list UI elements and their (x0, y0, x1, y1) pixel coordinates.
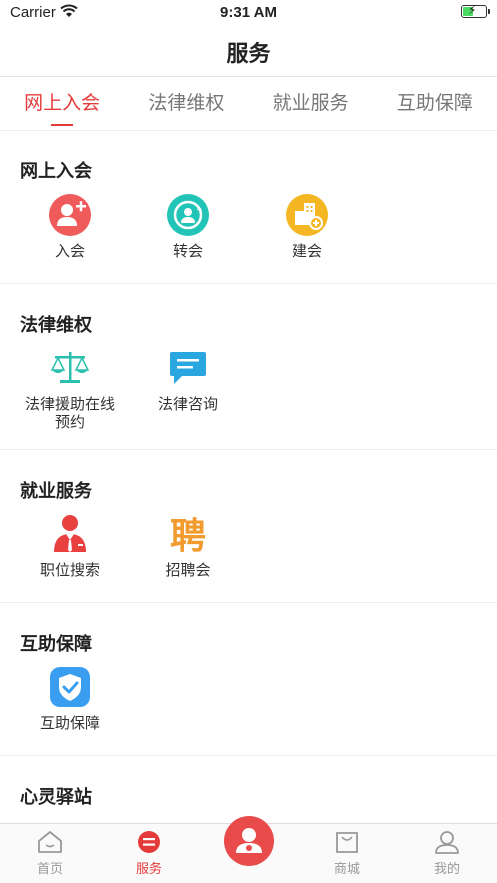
shopping-bag-icon (336, 832, 358, 853)
item-label: 法律咨询 (157, 396, 218, 413)
section-employment: 就业服务 职位搜索 聘 招聘会 (0, 450, 497, 603)
section-title: 网上入会 (20, 161, 92, 181)
legal-consult-button[interactable]: 法律咨询 (133, 346, 243, 414)
legal-aid-button[interactable]: 法律援助在线 预约 (15, 346, 125, 432)
section-title: 就业服务 (20, 481, 92, 501)
tab-label: 服务 (135, 861, 162, 876)
service-icon (138, 831, 160, 853)
user-badge-icon (236, 828, 262, 853)
building-add-icon (286, 194, 328, 236)
category-tabs: 网上入会 法律维权 就业服务 互助保障 (0, 78, 497, 130)
tabbar-service[interactable]: 服务 (119, 830, 179, 877)
section-title: 法律维权 (20, 315, 92, 335)
item-label: 互助保障 (39, 715, 100, 732)
section-mutual-aid: 互助保障 互助保障 (0, 603, 497, 756)
clock: 9:31 AM (220, 4, 277, 21)
page-title: 服务 (226, 41, 271, 66)
build-union-button[interactable]: 建会 (252, 193, 362, 261)
tab-legal-rights[interactable]: 法律维权 (144, 78, 228, 130)
divider (0, 76, 497, 77)
section-join-online: 网上入会 入会 转会 建会 (0, 131, 497, 284)
item-label: 招聘会 (165, 562, 211, 579)
job-fair-button[interactable]: 聘 招聘会 (133, 512, 243, 580)
svg-text:聘: 聘 (170, 516, 206, 556)
tabbar-mall[interactable]: 商城 (317, 830, 377, 877)
tabbar-home[interactable]: 首页 (20, 830, 80, 877)
item-label: 入会 (54, 243, 85, 260)
transfer-button[interactable]: 转会 (133, 193, 243, 261)
tabbar-mine[interactable]: 我的 (417, 830, 477, 877)
status-bar: Carrier 9:31 AM ⚡ (0, 0, 497, 26)
center-profile-button[interactable] (224, 816, 274, 866)
item-label: 建会 (291, 243, 322, 260)
tab-join-online[interactable]: 网上入会 (20, 78, 104, 130)
section-mental-station: 心灵驿站 (0, 756, 497, 824)
section-legal-rights: 法律维权 法律援助在线 预约 法律咨询 (0, 284, 497, 450)
scales-icon (50, 352, 90, 383)
battery-icon: ⚡ (461, 3, 490, 18)
person-icon (435, 831, 459, 854)
join-button[interactable]: 入会 (15, 193, 125, 261)
chat-bubble-icon (170, 352, 206, 384)
tab-label: 首页 (36, 861, 63, 876)
mutual-aid-button[interactable]: 互助保障 (15, 665, 125, 733)
item-label: 职位搜索 (39, 562, 100, 579)
user-transfer-icon (167, 194, 209, 236)
section-title: 互助保障 (20, 634, 92, 654)
job-search-button[interactable]: 职位搜索 (15, 512, 125, 580)
item-label: 法律援助在线 预约 (24, 396, 115, 431)
tab-employment[interactable]: 就业服务 (269, 78, 353, 130)
home-icon (38, 831, 62, 853)
section-title: 心灵驿站 (20, 787, 92, 807)
tab-label: 商城 (333, 861, 360, 876)
tab-label: 我的 (433, 861, 460, 876)
user-add-icon (49, 194, 91, 236)
person-tie-icon (54, 515, 86, 552)
item-label: 转会 (172, 243, 203, 260)
shield-check-icon (50, 667, 90, 707)
recruit-character-icon: 聘 (170, 516, 206, 556)
tab-mutual-aid[interactable]: 互助保障 (393, 78, 477, 130)
bottom-tab-bar: 首页 服务 商城 我的 (0, 816, 497, 883)
